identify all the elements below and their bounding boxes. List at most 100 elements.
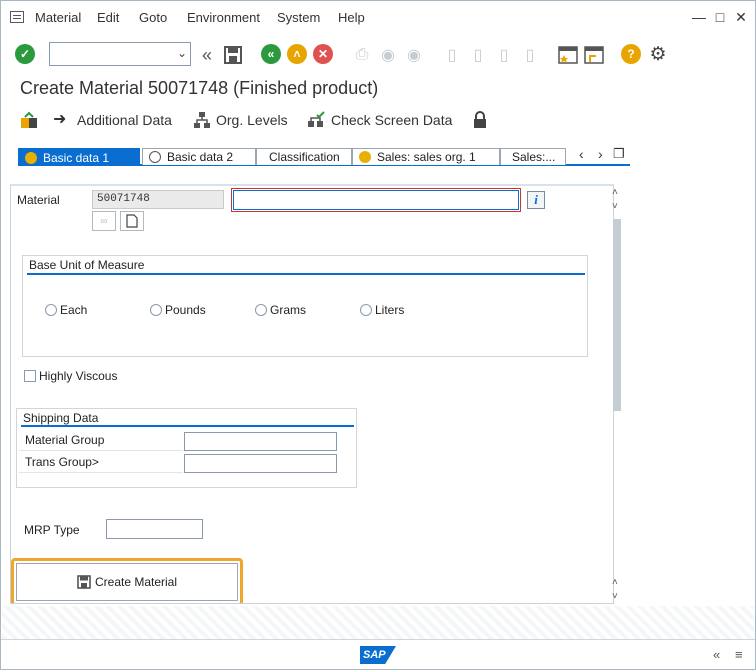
menu-help[interactable]: Help: [338, 10, 365, 25]
help-icon: ?: [621, 44, 641, 64]
tab-strip: Basic data 1 Basic data 2 Classification…: [18, 146, 630, 166]
tab-label: Basic data 2: [167, 150, 234, 164]
shipping-data-group: Shipping Data Material Group Trans Group…: [16, 408, 357, 488]
additional-data-label: Additional Data: [77, 112, 172, 128]
command-field[interactable]: ⌄: [49, 42, 191, 66]
mrp-type-input[interactable]: [107, 520, 202, 538]
org-levels-label: Org. Levels: [216, 112, 288, 128]
scroll-up-icon[interactable]: ˄: [612, 187, 618, 198]
mrp-type-label: MRP Type: [24, 523, 80, 537]
save-button[interactable]: [222, 44, 244, 66]
mrp-type-field[interactable]: [106, 519, 203, 539]
radio-dot[interactable]: [45, 304, 57, 316]
material-description-field[interactable]: [231, 188, 521, 212]
group-title: Shipping Data: [23, 411, 99, 425]
uom-pounds-radio[interactable]: Pounds: [150, 303, 206, 317]
tab-scroll-right-icon[interactable]: ›: [598, 146, 603, 162]
help-button[interactable]: ?: [620, 43, 642, 65]
org-levels-button[interactable]: Org. Levels: [192, 109, 288, 131]
hierarchy-icon: [194, 112, 210, 128]
create-material-highlight: Create Material: [11, 558, 243, 603]
create-material-label: Create Material: [94, 575, 178, 589]
uom-liters-radio[interactable]: Liters: [360, 303, 404, 317]
standard-toolbar: ✓ ⌄ « « ˄ ✕ ⎙ ◉ ◉ ▯ ▯ ▯ ▯ ? ⚙: [1, 37, 755, 73]
radio-dot[interactable]: [150, 304, 162, 316]
lock-button[interactable]: [473, 109, 487, 131]
minimize-icon[interactable]: —: [691, 9, 707, 25]
background-pattern: [2, 606, 754, 639]
material-number-field: 50071748: [92, 190, 224, 209]
page-title: Create Material 50071748 (Finished produ…: [20, 78, 379, 98]
scroll-down-icon[interactable]: ˅: [612, 591, 618, 602]
radio-label: Grams: [270, 303, 306, 317]
display-text-button[interactable]: ∞: [92, 211, 116, 231]
uom-each-radio[interactable]: Each: [45, 303, 87, 317]
menu-material[interactable]: Material: [35, 10, 81, 25]
app-menu-icon[interactable]: [10, 11, 24, 23]
find-next-icon: ◉: [407, 47, 421, 64]
tab-scroll-left-icon[interactable]: ‹: [579, 146, 584, 162]
additional-data-button[interactable]: ➜ Additional Data: [53, 109, 172, 131]
tab-classification[interactable]: Classification: [256, 148, 352, 165]
back-button[interactable]: «: [260, 43, 282, 65]
vertical-scrollbar[interactable]: ˄ ˅ ˄ ˅: [609, 185, 625, 605]
tab-list-icon[interactable]: ❐: [613, 146, 625, 162]
group-underline: [27, 273, 585, 275]
check-screen-data-button[interactable]: Check Screen Data: [307, 109, 452, 131]
radio-label: Each: [60, 303, 88, 317]
create-material-button[interactable]: Create Material: [16, 563, 238, 601]
menu-edit[interactable]: Edit: [97, 10, 119, 25]
enter-button[interactable]: ✓: [14, 43, 36, 65]
status-bar: SAP « ≡: [1, 639, 755, 669]
trans-group-input[interactable]: [185, 455, 336, 472]
gear-icon[interactable]: ⚙: [647, 43, 669, 65]
uom-grams-radio[interactable]: Grams: [255, 303, 306, 317]
checkmark-icon: ✓: [15, 44, 35, 64]
highly-viscous-checkbox[interactable]: Highly Viscous: [24, 369, 117, 383]
tab-status-icon: [149, 151, 161, 163]
chevron-down-icon[interactable]: ⌄: [177, 46, 187, 60]
lock-icon: [474, 111, 486, 128]
command-input[interactable]: [50, 43, 168, 65]
menu-lines-icon[interactable]: ≡: [735, 647, 743, 662]
maximize-icon[interactable]: □: [712, 9, 728, 25]
radio-dot[interactable]: [255, 304, 267, 316]
menu-goto[interactable]: Goto: [139, 10, 167, 25]
scrollbar-thumb[interactable]: [613, 219, 621, 411]
check-hierarchy-icon: [308, 111, 325, 127]
menu-system[interactable]: System: [277, 10, 320, 25]
trans-group-field[interactable]: [184, 454, 337, 473]
application-toolbar: ➜ Additional Data Org. Levels Check Scre…: [1, 105, 755, 135]
cancel-button[interactable]: ✕: [312, 43, 334, 65]
tab-sales-org-1[interactable]: Sales: sales org. 1: [352, 148, 500, 165]
generate-shortcut-button[interactable]: [583, 44, 605, 66]
scroll-up-icon[interactable]: ˄: [612, 577, 618, 588]
create-session-button[interactable]: [557, 44, 579, 66]
find-icon: ◉: [381, 47, 395, 64]
exit-button[interactable]: ˄: [286, 43, 308, 65]
collapse-toolbar-icon[interactable]: «: [196, 44, 218, 66]
checkbox-label: Highly Viscous: [39, 369, 118, 383]
save-icon: [77, 575, 91, 589]
shortcut-icon: [584, 46, 604, 64]
long-text-button[interactable]: [120, 211, 144, 231]
select-views-button[interactable]: [19, 109, 39, 131]
scroll-down-icon[interactable]: ˅: [612, 201, 618, 212]
tab-basic-data-1[interactable]: Basic data 1: [18, 148, 140, 166]
check-screen-data-label: Check Screen Data: [331, 112, 453, 128]
trans-group-label: Trans Group>: [19, 453, 183, 473]
menu-environment[interactable]: Environment: [187, 10, 260, 25]
close-icon[interactable]: ✕: [733, 9, 749, 25]
material-group-field[interactable]: [184, 432, 337, 451]
checkbox-box[interactable]: [24, 370, 36, 382]
arrow-right-icon: ➜: [53, 111, 67, 128]
group-title: Base Unit of Measure: [29, 258, 145, 272]
material-description-input[interactable]: [234, 191, 518, 209]
radio-dot[interactable]: [360, 304, 372, 316]
material-group-input[interactable]: [185, 433, 336, 450]
tab-basic-data-2[interactable]: Basic data 2: [142, 148, 256, 165]
material-group-label: Material Group: [19, 431, 183, 451]
info-icon[interactable]: i: [527, 191, 545, 209]
tab-sales-more[interactable]: Sales:...: [500, 148, 566, 165]
collapse-status-icon[interactable]: «: [713, 647, 720, 662]
